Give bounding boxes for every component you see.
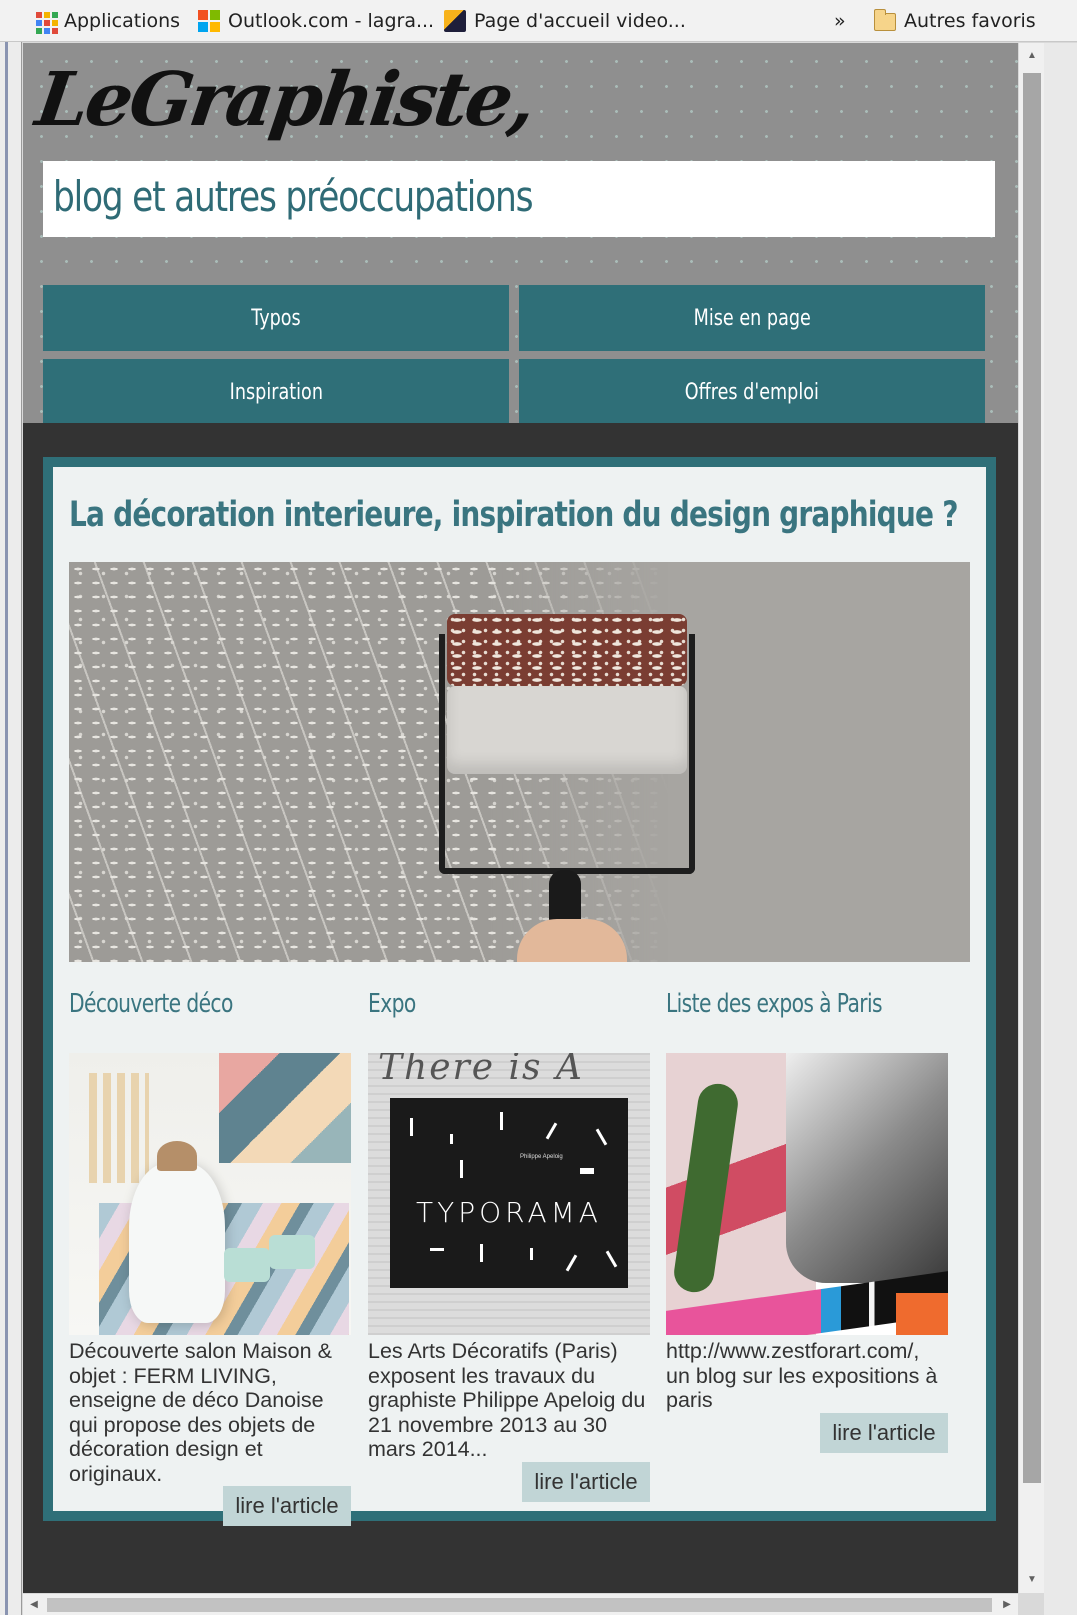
nav-item-inspiration[interactable]: Inspiration (43, 359, 509, 425)
microsoft-icon (198, 10, 220, 32)
bookmarks-overflow-button[interactable]: » (834, 9, 846, 33)
article-card: La décoration interieure, inspiration du… (43, 457, 996, 1526)
bookmarks-bar: Applications Outlook.com - lagra... Page… (0, 0, 1077, 42)
window-edge (0, 42, 22, 1615)
nav-item-typos[interactable]: Typos (43, 285, 509, 351)
article-column-3: Liste des expos à Paris http://www.zestf… (666, 989, 948, 1453)
page-viewport: LeGraphiste, blog et autres préoccupatio… (23, 43, 1018, 1593)
content-area: La décoration interieure, inspiration du… (23, 423, 1018, 1593)
featured-image[interactable] (69, 562, 970, 962)
bookmark-outlook[interactable]: Outlook.com - lagra... (198, 9, 434, 33)
bookmark-other-favorites[interactable]: Autres favoris (874, 9, 1036, 33)
thumbnail-script-text: There is A (378, 1053, 584, 1088)
article-thumbnail-deco[interactable] (69, 1053, 351, 1335)
article-title[interactable]: Liste des expos à Paris (666, 989, 948, 1023)
article-title[interactable]: Découverte déco (69, 989, 351, 1023)
scroll-left-arrow-icon[interactable]: ◀ (23, 1594, 45, 1615)
horizontal-scroll-thumb[interactable] (47, 1598, 992, 1612)
nav-item-label: Typos (251, 305, 301, 331)
read-more-button[interactable]: lire l'article (223, 1486, 351, 1526)
article-title-text: Liste des expos à Paris (666, 989, 883, 1019)
bookmark-label: Outlook.com - lagra... (228, 10, 435, 32)
featured-article-title[interactable]: La décoration interieure, inspiration du… (69, 495, 1018, 535)
article-excerpt: Découverte salon Maison & objet : FERM L… (69, 1339, 332, 1486)
article-thumbnail-typorama[interactable]: There is A Philippe Apeloig TYPORAMA (368, 1053, 650, 1335)
nav-item-label: Offres d'emploi (684, 379, 820, 405)
chevron-double-right-icon: » (834, 10, 846, 32)
video-icon (444, 10, 466, 32)
nav-item-label: Inspiration (229, 379, 323, 405)
horizontal-scrollbar[interactable]: ◀ ▶ (23, 1593, 1018, 1615)
bookmark-applications[interactable]: Applications (34, 9, 181, 34)
read-more-button[interactable]: lire l'article (820, 1412, 948, 1453)
paint-roller-illustration (439, 614, 699, 962)
poster-author: Philippe Apeloig (520, 1154, 563, 1160)
article-title-text: Expo (368, 989, 416, 1019)
typorama-poster: Philippe Apeloig TYPORAMA (390, 1098, 628, 1288)
poster-word: TYPORAMA (416, 1196, 602, 1229)
site-logo[interactable]: LeGraphiste, (31, 57, 539, 143)
nav-item-label: Mise en page (693, 305, 811, 331)
article-thumbnail-collage[interactable] (666, 1053, 948, 1335)
bookmark-label: Autres favoris (904, 10, 1036, 32)
read-more-button[interactable]: lire l'article (522, 1461, 650, 1502)
article-excerpt: http://www.zestforart.com/, un blog sur … (666, 1339, 938, 1412)
bookmark-label: Applications (64, 10, 181, 32)
nav-item-mise-en-page[interactable]: Mise en page (519, 285, 985, 351)
scroll-right-arrow-icon[interactable]: ▶ (996, 1594, 1018, 1615)
bookmark-label: Page d'accueil video... (474, 10, 686, 32)
window-right-edge (1044, 43, 1077, 1615)
tagline-text: blog et autres préoccupations (53, 172, 534, 221)
folder-icon (874, 9, 896, 31)
scroll-up-arrow-icon[interactable]: ▲ (1019, 43, 1045, 69)
article-title-text: Découverte déco (69, 989, 233, 1019)
featured-title-text: La décoration interieure, inspiration du… (69, 495, 958, 535)
apps-grid-icon (34, 10, 58, 34)
article-title[interactable]: Expo (368, 989, 650, 1023)
bookmark-video[interactable]: Page d'accueil video... (444, 9, 686, 33)
vertical-scroll-thumb[interactable] (1023, 73, 1041, 1483)
vertical-scrollbar[interactable]: ▲ ▼ (1018, 43, 1044, 1593)
article-column-1: Découverte déco Découverte salon Maison … (69, 989, 351, 1526)
nav-item-offres-emploi[interactable]: Offres d'emploi (519, 359, 985, 425)
article-excerpt: Les Arts Décoratifs (Paris) exposent les… (368, 1339, 646, 1461)
article-column-2: Expo There is A Philippe Apeloig TYPORAM… (368, 989, 650, 1502)
scroll-down-arrow-icon[interactable]: ▼ (1019, 1567, 1045, 1593)
site-tagline: blog et autres préoccupations (43, 161, 995, 237)
